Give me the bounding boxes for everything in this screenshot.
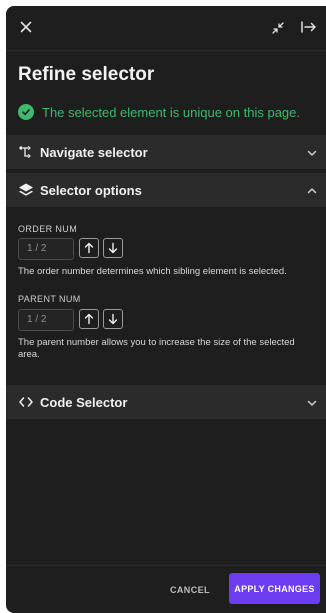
close-icon[interactable] <box>18 19 34 35</box>
cancel-button[interactable]: CANCEL <box>170 580 210 600</box>
selector-options-section[interactable]: Selector options <box>6 173 326 207</box>
navigate-selector-section[interactable]: Navigate selector <box>6 135 326 169</box>
dock-right-icon[interactable] <box>300 19 318 35</box>
parent-num-description: The parent number allows you to increase… <box>18 337 295 360</box>
panel-footer: CANCEL APPLY CHANGES <box>6 565 326 613</box>
code-selector-section[interactable]: Code Selector <box>6 385 326 419</box>
arrow-up-icon <box>84 313 94 325</box>
status-text: The selected element is unique on this p… <box>42 104 301 120</box>
order-num-description: The order number determines which siblin… <box>18 266 287 277</box>
order-num-input[interactable]: 1 / 2 <box>18 238 74 260</box>
apply-changes-button[interactable]: APPLY CHANGES <box>229 573 320 604</box>
order-up-button[interactable] <box>79 238 99 258</box>
layers-icon <box>18 182 34 198</box>
chevron-down-icon <box>306 396 318 408</box>
parent-down-button[interactable] <box>103 309 123 329</box>
parent-up-button[interactable] <box>79 309 99 329</box>
navigate-tree-icon <box>18 144 34 160</box>
arrow-up-icon <box>84 242 94 254</box>
chevron-up-icon <box>306 184 318 196</box>
order-down-button[interactable] <box>103 238 123 258</box>
status-message: The selected element is unique on this p… <box>18 103 300 121</box>
refine-selector-panel: Refine selector The selected element is … <box>6 6 326 613</box>
section-label: Navigate selector <box>40 144 148 160</box>
section-label: Selector options <box>40 182 142 198</box>
chevron-down-icon <box>306 146 318 158</box>
arrow-down-icon <box>108 242 118 254</box>
check-circle-icon <box>18 104 34 120</box>
order-num-label: ORDER NUM <box>18 224 78 234</box>
parent-num-input[interactable]: 1 / 2 <box>18 309 74 331</box>
panel-header <box>6 6 326 51</box>
code-icon <box>18 394 34 410</box>
section-label: Code Selector <box>40 394 128 410</box>
collapse-arrows-icon[interactable] <box>270 20 286 36</box>
page-title: Refine selector <box>18 64 155 85</box>
parent-num-label: PARENT NUM <box>18 294 81 304</box>
arrow-down-icon <box>108 313 118 325</box>
